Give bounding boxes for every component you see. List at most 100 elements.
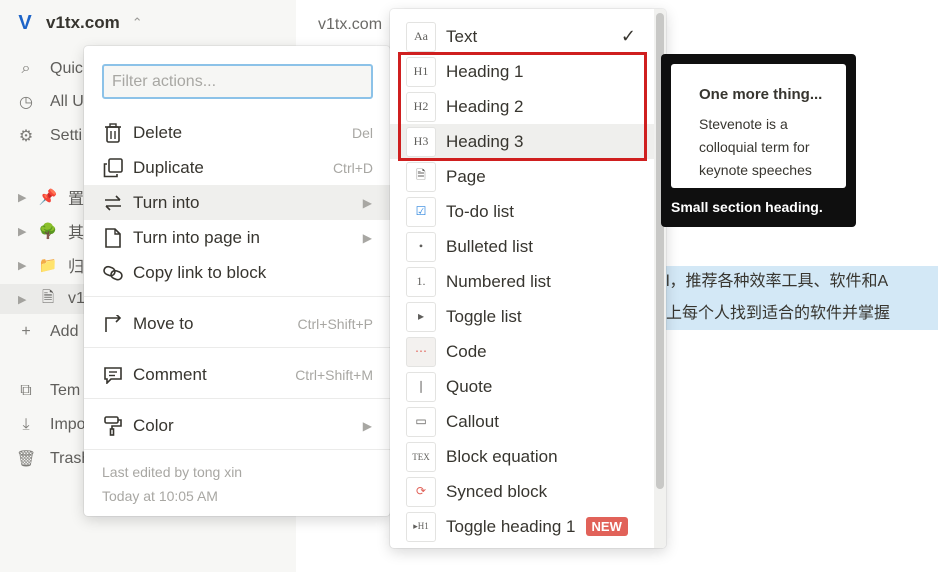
toggle-arrow-icon[interactable]: ▶ xyxy=(18,191,28,204)
toggle-arrow-icon[interactable]: ▶ xyxy=(18,293,28,306)
turn-into-quote[interactable]: ❘ Quote xyxy=(390,369,654,404)
block-type-label: Toggle heading 1 xyxy=(446,516,576,536)
turn-into-text[interactable]: Aa Text ✓ xyxy=(390,19,654,54)
menu-item-label: Turn into page in xyxy=(133,227,260,247)
chevron-updown-icon: ⌃ xyxy=(131,15,143,30)
turn-into-synced-block[interactable]: ⟳ Synced block xyxy=(390,474,654,509)
turn-into-page[interactable]: 🗎 Page xyxy=(390,159,654,194)
comment-menu-item[interactable]: Comment Ctrl+Shift+M xyxy=(84,357,390,392)
copy-link-menu-item[interactable]: Copy link to block xyxy=(84,255,390,290)
menu-divider xyxy=(84,398,390,399)
numbered-list-icon: 1. xyxy=(406,266,436,297)
turn-into-bulleted-list[interactable]: • Bulleted list xyxy=(390,229,654,264)
callout-icon: ▭ xyxy=(406,406,436,437)
menu-item-label: Move to xyxy=(133,313,194,333)
paint-roller-icon xyxy=(102,415,124,437)
tooltip-preview-card: One more thing... Stevenote is a colloqu… xyxy=(671,64,846,188)
checkmark-icon: ✓ xyxy=(620,26,636,46)
tooltip-caption: Small section heading. xyxy=(671,199,823,215)
sidebar-item-label: Quic xyxy=(50,60,83,77)
block-type-label: Quote xyxy=(446,376,493,396)
sidebar-page-item[interactable]: ▶ 📁 归 xyxy=(18,250,84,280)
new-badge: NEW xyxy=(585,517,628,536)
block-type-label: Bulleted list xyxy=(446,236,533,256)
duplicate-menu-item[interactable]: Duplicate Ctrl+D xyxy=(84,150,390,185)
block-action-menu: Delete Del Duplicate Ctrl+D Turn into ▶ … xyxy=(84,46,390,516)
sidebar-item-quick-find[interactable]: ⌕ Quic xyxy=(16,54,83,84)
add-page-label: Add xyxy=(50,323,79,340)
highlighted-text-line[interactable]: 上每个人找到适合的软件并掌握 xyxy=(630,298,938,330)
menu-item-label: Duplicate xyxy=(133,157,204,177)
block-type-label: Page xyxy=(446,166,486,186)
sidebar-item-settings[interactable]: ⚙ Setti xyxy=(16,121,82,151)
turn-into-todo-list[interactable]: ☑ To-do list xyxy=(390,194,654,229)
page-icon: 🗎 xyxy=(41,288,55,306)
swap-arrows-icon xyxy=(102,192,124,214)
workspace-name: v1tx.com xyxy=(46,13,120,32)
tooltip-preview-heading: One more thing... xyxy=(699,86,823,103)
breadcrumb[interactable]: v1tx.com xyxy=(318,16,382,34)
tex-icon: TEX xyxy=(406,441,436,472)
menu-item-label: Delete xyxy=(133,122,183,142)
turn-into-toggle-heading-1[interactable]: ▸H1 Toggle heading 1 NEW xyxy=(390,509,654,544)
toggle-arrow-icon[interactable]: ▶ xyxy=(18,259,28,272)
move-to-menu-item[interactable]: Move to Ctrl+Shift+P xyxy=(84,306,390,341)
highlighted-text-line[interactable]: l，推荐各种效率工具、软件和A xyxy=(630,266,938,298)
sidebar-page-item[interactable]: ▶ 🌳 其 xyxy=(18,216,84,246)
synced-block-icon: ⟳ xyxy=(406,476,436,507)
turn-into-numbered-list[interactable]: 1. Numbered list xyxy=(390,264,654,299)
text-block-icon: Aa xyxy=(406,21,436,52)
turn-into-page-menu-item[interactable]: Turn into page in ▶ xyxy=(84,220,390,255)
turn-into-toggle-list[interactable]: ▸ Toggle list xyxy=(390,299,654,334)
sidebar-page-label: 置 xyxy=(68,191,85,208)
sidebar-item-all-updates[interactable]: ◷ All U xyxy=(16,87,84,117)
link-icon xyxy=(102,262,124,284)
bullet-icon: • xyxy=(406,231,436,262)
folder-icon: 📁 xyxy=(38,257,58,274)
menu-item-label: Comment xyxy=(133,364,207,384)
turn-into-block-equation[interactable]: TEX Block equation xyxy=(390,439,654,474)
code-icon: ⋯ xyxy=(406,336,436,367)
move-arrow-icon xyxy=(102,313,124,335)
toggle-heading-icon: ▸H1 xyxy=(406,511,436,542)
trash-icon xyxy=(102,122,124,144)
menu-divider xyxy=(84,296,390,297)
trash-icon: 🗑 xyxy=(16,451,37,468)
duplicate-icon xyxy=(102,157,124,179)
sidebar-item-import[interactable]: ⤓ Impo xyxy=(16,410,86,440)
filter-actions-input[interactable] xyxy=(102,64,373,99)
quote-icon: ❘ xyxy=(406,371,436,402)
block-type-label: Numbered list xyxy=(446,271,551,291)
shortcut-hint: Ctrl+D xyxy=(332,159,373,176)
turn-into-callout[interactable]: ▭ Callout xyxy=(390,404,654,439)
sidebar-page-item[interactable]: ▶ 📌 置 xyxy=(18,182,84,212)
add-page-button[interactable]: + Add xyxy=(16,317,78,347)
last-edited-time: Today at 10:05 AM xyxy=(102,488,218,504)
toggle-icon: ▸ xyxy=(406,301,436,332)
turn-into-menu-item[interactable]: Turn into ▶ xyxy=(84,185,390,220)
color-menu-item[interactable]: Color ▶ xyxy=(84,408,390,443)
sidebar-item-label: Impo xyxy=(50,416,86,433)
block-type-label: To-do list xyxy=(446,201,515,221)
workspace-switcher[interactable]: V v1tx.com ⌃ xyxy=(14,11,143,34)
templates-icon: ⧉ xyxy=(20,382,32,399)
turn-into-code[interactable]: ⋯ Code xyxy=(390,334,654,369)
sidebar-item-label: Setti xyxy=(50,127,83,144)
sidebar-item-trash[interactable]: 🗑 Trash xyxy=(16,444,90,474)
checkbox-icon: ☑ xyxy=(406,196,436,227)
sidebar-item-templates[interactable]: ⧉ Tem xyxy=(16,376,80,406)
last-edited-by: Last edited by tong xin xyxy=(102,464,243,480)
toggle-arrow-icon[interactable]: ▶ xyxy=(18,225,28,238)
delete-menu-item[interactable]: Delete Del xyxy=(84,115,390,150)
menu-item-label: Turn into xyxy=(133,192,200,212)
workspace-logo: V xyxy=(18,11,32,34)
shortcut-hint: Del xyxy=(351,124,373,141)
menu-divider xyxy=(84,347,390,348)
submenu-arrow-icon: ▶ xyxy=(362,230,372,245)
menu-divider xyxy=(84,449,390,450)
submenu-arrow-icon: ▶ xyxy=(362,195,372,210)
submenu-arrow-icon: ▶ xyxy=(362,418,372,433)
tooltip-preview-body: Stevenote is a colloquial term for keyno… xyxy=(699,116,812,178)
import-icon: ⤓ xyxy=(22,416,30,433)
annotation-highlight-box xyxy=(398,52,647,161)
